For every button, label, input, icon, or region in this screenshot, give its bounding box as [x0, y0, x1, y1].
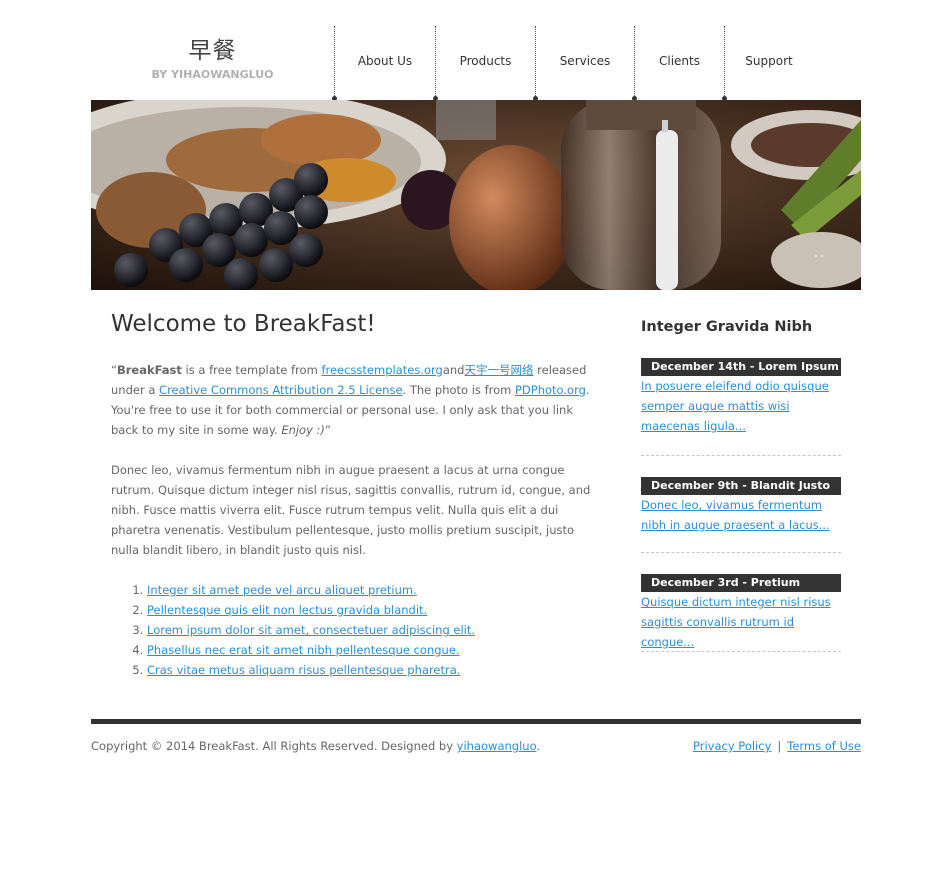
privacy-policy-link[interactable]: Privacy Policy [693, 739, 771, 753]
intro-text: . The photo is from [402, 383, 515, 397]
intro-enjoy: Enjoy :) [281, 423, 325, 437]
link-tianyu[interactable]: 天宇一号网络 [464, 363, 533, 377]
logo-subtitle: BY YIHAOWANGLUO [151, 68, 274, 81]
intro-paragraph: “BreakFast is a free template from freec… [111, 360, 599, 440]
news-link[interactable]: Donec leo, vivamus fermentum nibh in aug… [641, 495, 841, 535]
menu-item-services[interactable]: Services [533, 26, 634, 101]
footer: Copyright © 2014 BreakFast. All Rights R… [91, 719, 861, 784]
body-paragraph: Donec leo, vivamus fermentum nibh in aug… [111, 463, 591, 557]
main-menu: About Us Products Services Clients Suppo… [332, 26, 813, 101]
list-link[interactable]: Lorem ipsum dolor sit amet, consectetuer… [147, 623, 475, 637]
list-link[interactable]: Pellentesque quis elit non lectus gravid… [147, 603, 427, 617]
news-date: December 14th - Lorem Ipsum [641, 358, 841, 376]
footer-links: Privacy Policy | Terms of Use [693, 739, 861, 753]
menu-item-label[interactable]: About Us [335, 26, 435, 96]
link-creative-commons[interactable]: Creative Commons Attribution 2.5 License [159, 383, 403, 397]
designer-link[interactable]: yihaowangluo [457, 739, 537, 753]
terms-of-use-link[interactable]: Terms of Use [787, 739, 861, 753]
link-freecsstemplates[interactable]: freecsstemplates.org [321, 363, 442, 377]
menu-item-products[interactable]: Products [433, 26, 535, 101]
news-item: December 3rd - Pretium Suscipit Quisque … [641, 574, 841, 652]
copyright-text: Copyright © 2014 BreakFast. All Rights R… [91, 739, 457, 753]
footer-separator: | [777, 739, 782, 753]
footer-copyright: Copyright © 2014 BreakFast. All Rights R… [91, 739, 540, 753]
menu-item-label[interactable]: Clients [635, 26, 724, 96]
hero-photo [91, 100, 861, 290]
sidebar-heading: Integer Gravida Nibh [641, 319, 813, 335]
sidebar: Integer Gravida Nibh December 14th - Lor… [641, 317, 841, 652]
news-date: December 3rd - Pretium Suscipit [641, 574, 841, 607]
news-link[interactable]: In posuere eleifend odio quisque semper … [641, 376, 841, 436]
menu-item-support[interactable]: Support [722, 26, 813, 101]
logo[interactable]: 早餐 BY YIHAOWANGLUO [91, 38, 334, 81]
copyright-period: . [536, 739, 541, 753]
list-item: Integer sit amet pede vel arcu aliquet p… [147, 580, 599, 600]
intro-text: is a free template from [181, 363, 322, 377]
news-item: December 9th - Blandit Justo Donec leo, … [641, 477, 841, 553]
welcome-heading: Welcome to BreakFast! [111, 311, 376, 337]
content-area: Welcome to BreakFast! “BreakFast is a fr… [91, 290, 861, 719]
list-link[interactable]: Integer sit amet pede vel arcu aliquet p… [147, 583, 417, 597]
intro-brand: BreakFast [116, 363, 182, 377]
main-column: Welcome to BreakFast! “BreakFast is a fr… [111, 310, 599, 680]
news-item: December 14th - Lorem Ipsum In posuere e… [641, 358, 841, 456]
news-date: December 9th - Blandit Justo [641, 477, 841, 495]
menu-item-label[interactable]: Products [436, 26, 535, 96]
list-item: Cras vitae metus aliquam risus pellentes… [147, 660, 599, 680]
menu-item-label[interactable]: Support [725, 26, 813, 96]
header: 早餐 BY YIHAOWANGLUO About Us Products Ser… [91, 0, 861, 101]
menu-item-label[interactable]: Services [536, 26, 634, 96]
news-link[interactable]: Quisque dictum integer nisl risus sagitt… [641, 592, 841, 652]
list-item: Phasellus nec erat sit amet nibh pellent… [147, 640, 599, 660]
list-item: Lorem ipsum dolor sit amet, consectetuer… [147, 620, 599, 640]
list-link[interactable]: Phasellus nec erat sit amet nibh pellent… [147, 643, 460, 657]
breakfast-table-image [91, 100, 861, 290]
logo-title[interactable]: 早餐 [91, 38, 334, 64]
link-list: Integer sit amet pede vel arcu aliquet p… [111, 580, 599, 680]
link-pdphoto[interactable]: PDPhoto.org [515, 383, 586, 397]
intro-quote-close: ” [324, 423, 331, 437]
list-item: Pellentesque quis elit non lectus gravid… [147, 600, 599, 620]
page-wrapper: 早餐 BY YIHAOWANGLUO About Us Products Ser… [91, 0, 861, 784]
intro-and: and [442, 363, 465, 377]
list-link[interactable]: Cras vitae metus aliquam risus pellentes… [147, 663, 460, 677]
menu-item-clients[interactable]: Clients [632, 26, 724, 101]
menu-item-about-us[interactable]: About Us [332, 26, 435, 101]
